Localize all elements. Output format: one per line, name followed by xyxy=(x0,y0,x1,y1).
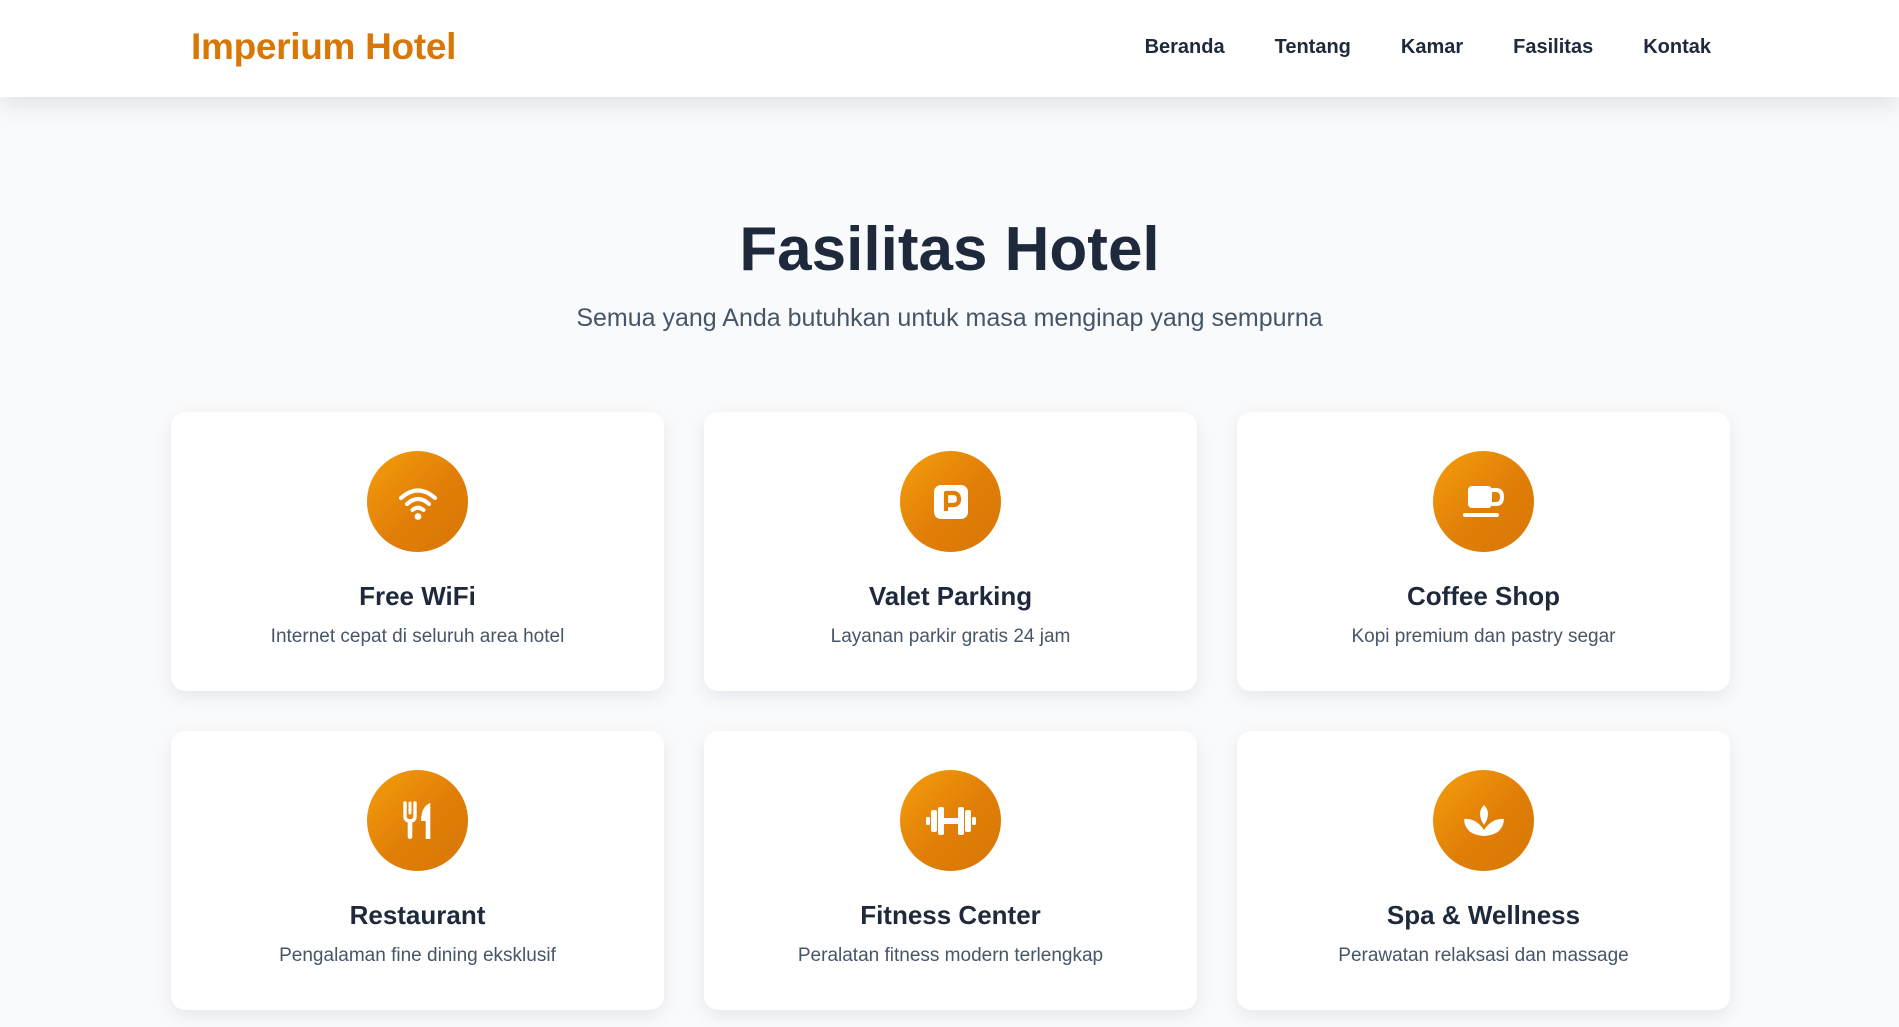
facility-description: Pengalaman fine dining eksklusif xyxy=(279,945,556,966)
facility-title: Coffee Shop xyxy=(1406,581,1561,611)
navbar: Imperium Hotel Beranda Tentang Kamar Fas… xyxy=(0,0,1899,97)
facility-description: Perawatan relaksasi dan massage xyxy=(1338,945,1629,966)
parking-icon xyxy=(900,451,1001,552)
nav-link-kontak[interactable]: Kontak xyxy=(1643,36,1711,58)
facility-title: Restaurant xyxy=(349,900,486,930)
nav-item-fasilitas: Fasilitas xyxy=(1513,36,1593,59)
nav-link-beranda[interactable]: Beranda xyxy=(1145,36,1225,58)
facility-card-coffee: Coffee Shop Kopi premium dan pastry sega… xyxy=(1237,412,1730,691)
facility-card-fitness: Fitness Center Peralatan fitness modern … xyxy=(704,731,1197,1010)
facilities-header: Fasilitas Hotel Semua yang Anda butuhkan… xyxy=(0,212,1899,334)
nav-menu: Beranda Tentang Kamar Fasilitas Kontak xyxy=(1145,36,1711,59)
facility-title: Free WiFi xyxy=(359,581,476,611)
facility-card-spa: Spa & Wellness Perawatan relaksasi dan m… xyxy=(1237,731,1730,1010)
facility-title: Spa & Wellness xyxy=(1386,900,1581,930)
utensils-icon xyxy=(367,770,468,871)
facilities-grid: Free WiFi Internet cepat di seluruh area… xyxy=(171,412,1731,1010)
nav-link-tentang[interactable]: Tentang xyxy=(1275,36,1351,58)
wifi-icon xyxy=(367,451,468,552)
nav-item-kamar: Kamar xyxy=(1401,36,1463,59)
facility-description: Kopi premium dan pastry segar xyxy=(1351,626,1616,647)
facility-description: Peralatan fitness modern terlengkap xyxy=(797,945,1104,966)
facility-card-wifi: Free WiFi Internet cepat di seluruh area… xyxy=(171,412,664,691)
coffee-cup-icon xyxy=(1433,451,1534,552)
facility-description: Internet cepat di seluruh area hotel xyxy=(270,626,565,647)
facility-card-parking: Valet Parking Layanan parkir gratis 24 j… xyxy=(704,412,1197,691)
nav-item-tentang: Tentang xyxy=(1275,36,1351,59)
spa-lotus-icon xyxy=(1433,770,1534,871)
nav-link-fasilitas[interactable]: Fasilitas xyxy=(1513,36,1593,58)
section-subtitle: Semua yang Anda butuhkan untuk masa meng… xyxy=(576,304,1323,332)
facility-title: Fitness Center xyxy=(860,900,1041,930)
facility-title: Valet Parking xyxy=(868,581,1033,611)
nav-item-beranda: Beranda xyxy=(1145,36,1225,59)
facility-card-restaurant: Restaurant Pengalaman fine dining eksklu… xyxy=(171,731,664,1010)
nav-item-kontak: Kontak xyxy=(1643,36,1711,59)
nav-link-kamar[interactable]: Kamar xyxy=(1401,36,1463,58)
dumbbell-icon xyxy=(900,770,1001,871)
brand-logo[interactable]: Imperium Hotel xyxy=(191,26,456,68)
facility-description: Layanan parkir gratis 24 jam xyxy=(830,626,1071,647)
section-title: Fasilitas Hotel xyxy=(739,215,1160,284)
